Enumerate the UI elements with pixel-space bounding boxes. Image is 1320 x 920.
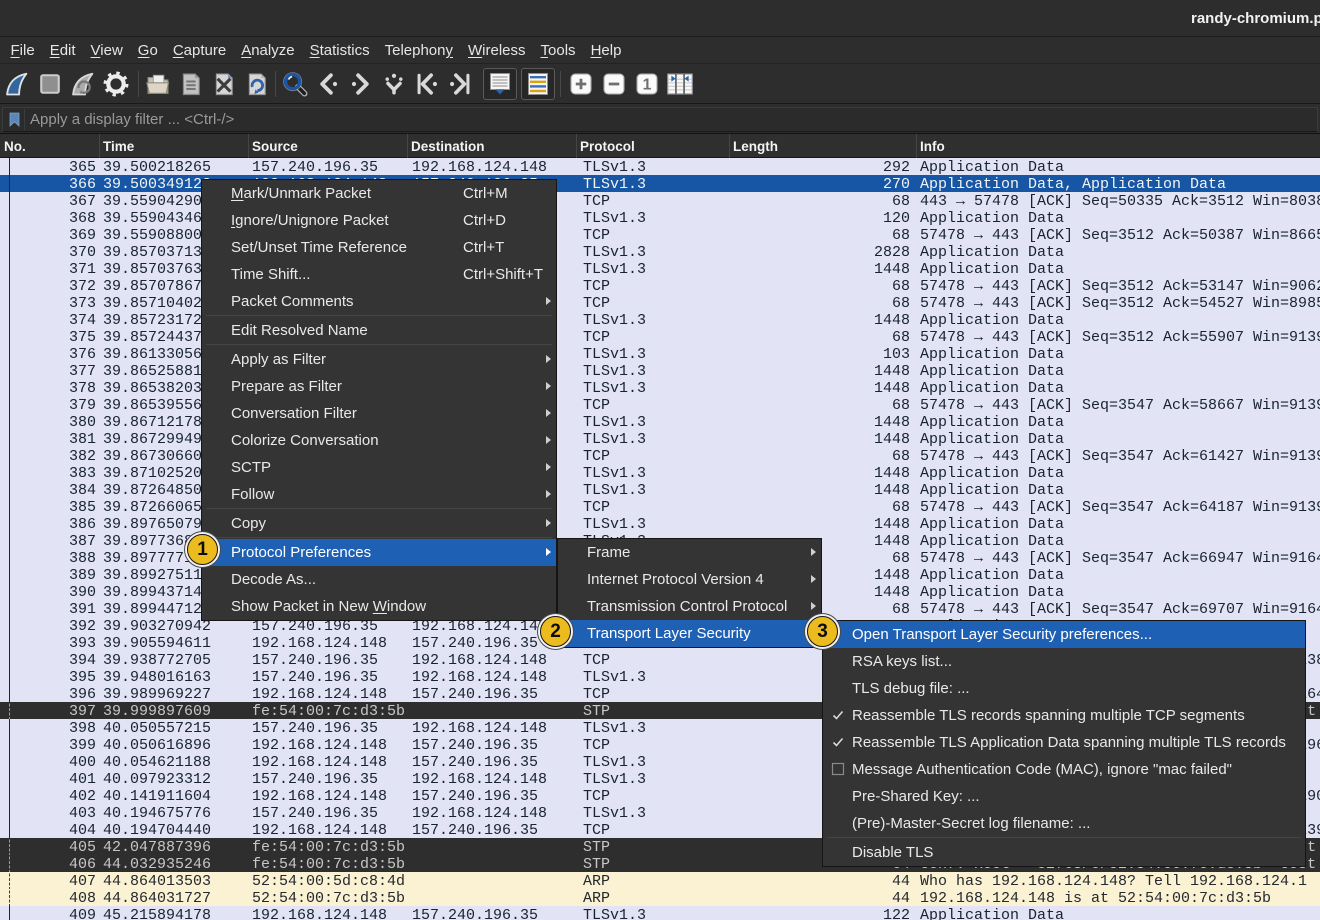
svg-text:1: 1 bbox=[642, 76, 651, 93]
